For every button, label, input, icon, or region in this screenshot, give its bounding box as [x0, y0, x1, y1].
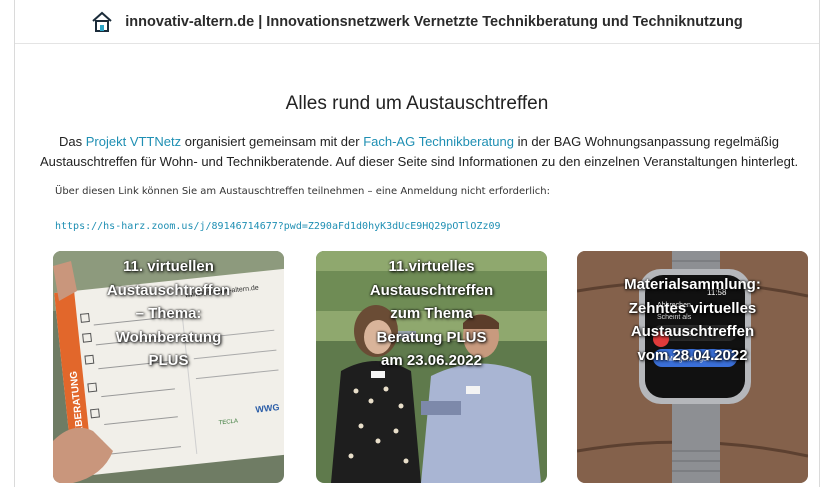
- event-card-beratung-plus[interactable]: 11.virtuelles Austauschtreffen zum Thema…: [316, 251, 547, 483]
- intro-text-2: organisiert gemeinsam mit der: [181, 134, 364, 149]
- site-header: innovativ-altern.de | Innovationsnetzwer…: [15, 0, 819, 44]
- card-title[interactable]: 11.virtuelles Austauschtreffen zum Thema…: [316, 255, 547, 373]
- fach-ag-link[interactable]: Fach-AG Technikberatung: [363, 134, 514, 149]
- project-vttnetz-link[interactable]: Projekt VTTNetz: [86, 134, 181, 149]
- house-logo-icon[interactable]: [91, 11, 113, 33]
- intro-text-1: Das: [59, 134, 86, 149]
- event-card-materialsammlung[interactable]: 11:58 Abbrechen Scheint als SOS Mir geht…: [577, 251, 808, 483]
- card-title[interactable]: 11. virtuellen Austauschtreffen – Thema:…: [53, 255, 284, 373]
- site-title[interactable]: innovativ-altern.de | Innovationsnetzwer…: [125, 14, 742, 30]
- card-title[interactable]: Materialsammlung: Zehntes virtuelles Aus…: [577, 273, 808, 367]
- page-title: Alles rund um Austauschtreffen: [285, 93, 549, 114]
- zoom-note: Über diesen Link können Sie am Austausch…: [55, 186, 550, 197]
- intro-paragraph: Das Projekt VTTNetz organisiert gemeinsa…: [35, 132, 803, 171]
- zoom-link[interactable]: https://hs-harz.zoom.us/j/89146714677?pw…: [55, 221, 501, 232]
- event-card-wohnberatung[interactable]: www.innovativ-altern.de WWG TECLA TECHNI…: [53, 251, 284, 483]
